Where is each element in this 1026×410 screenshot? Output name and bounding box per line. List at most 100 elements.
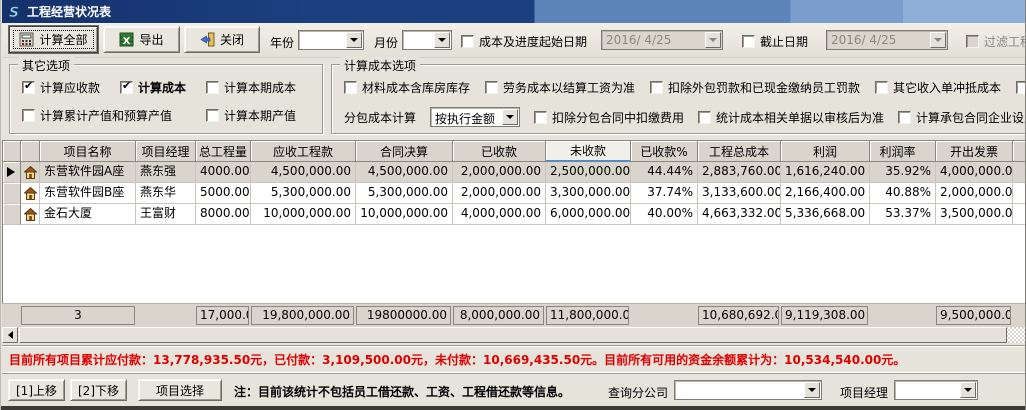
cell-r1-c3[interactable]: 5,300,000.00 — [251, 183, 356, 204]
cell-r2-c0[interactable]: 金石大厦 — [40, 204, 136, 225]
cell-r1-c0[interactable]: 东营软件园B座 — [40, 183, 136, 204]
cell-r2-c7[interactable]: 40.00% — [631, 204, 698, 225]
year-select[interactable] — [298, 30, 364, 50]
cell-r2-c8[interactable]: 4,663,332.00 — [698, 204, 781, 225]
cell-r1-c8[interactable]: 3,133,600.00 — [698, 183, 781, 204]
cell-r2-c12[interactable] — [1013, 204, 1026, 225]
cell-r2-c6[interactable]: 6,000,000.00 — [546, 204, 631, 225]
checkbox-cost1-2[interactable]: 扣除外包罚款和已现金缴纳员工罚款 — [650, 79, 860, 96]
cell-r0-c5[interactable]: 2,000,000.00 — [453, 162, 546, 183]
checkbox-box-icon[interactable] — [534, 111, 547, 124]
cell-r2-c11[interactable]: 3,500,000.00 — [936, 204, 1013, 225]
table-row[interactable]: 东营软件园B座燕东华5000.005,300,000.005,300,000.0… — [3, 183, 1026, 204]
checkbox-other-2[interactable]: 计算本期成本 — [206, 79, 296, 96]
cell-r2-c1[interactable]: 王富财 — [136, 204, 196, 225]
move-up-button[interactable]: [1]上移 — [8, 379, 65, 401]
checkbox-box-icon[interactable] — [206, 81, 219, 94]
cell-r1-c5[interactable]: 2,000,000.00 — [453, 183, 546, 204]
cell-r0-c12[interactable] — [1013, 162, 1026, 183]
horizontal-scrollbar[interactable] — [2, 327, 1026, 343]
checkbox-box-icon[interactable] — [1016, 81, 1026, 94]
column-header-0[interactable]: 项目名称 — [40, 141, 136, 162]
column-header-10[interactable]: 利润率△ — [870, 141, 936, 162]
checkbox-box-icon[interactable] — [120, 81, 133, 94]
checkbox-box-icon[interactable] — [650, 81, 663, 94]
start-date-select[interactable]: 2016/ 4/25 — [601, 30, 723, 50]
cell-r1-c12[interactable] — [1013, 183, 1026, 204]
move-down-button[interactable]: [2]下移 — [70, 379, 127, 401]
cell-r2-c3[interactable]: 10,000,000.00 — [251, 204, 356, 225]
checkbox-box-icon[interactable] — [344, 81, 357, 94]
checkbox-other-4[interactable]: 计算本期产值 — [206, 107, 296, 124]
column-header-8[interactable]: 工程总成本 — [698, 141, 781, 162]
year-dropdown-arrow-icon[interactable] — [346, 32, 362, 48]
checkbox-box-icon[interactable] — [875, 81, 888, 94]
cell-r0-c2[interactable]: 4000.00 — [196, 162, 251, 183]
manager-select[interactable] — [894, 380, 978, 400]
checkbox-cost1-1[interactable]: 劳务成本以结算工资为准 — [485, 79, 635, 96]
cell-r0-c3[interactable]: 4,500,000.00 — [251, 162, 356, 183]
start-date-checkbox[interactable]: 成本及进度起始日期 — [461, 33, 587, 50]
cell-r0-c7[interactable]: 44.44% — [631, 162, 698, 183]
cell-r1-c7[interactable]: 37.74% — [631, 183, 698, 204]
checkbox-box-icon[interactable] — [22, 81, 35, 94]
month-dropdown-arrow-icon[interactable] — [434, 32, 450, 48]
row-selector-cell[interactable] — [3, 183, 21, 204]
table-row[interactable]: 东营软件园A座燕东强4000.004,500,000.004,500,000.0… — [3, 162, 1026, 183]
cell-r0-c1[interactable]: 燕东强 — [136, 162, 196, 183]
table-row[interactable]: 金石大厦王富财8000.0010,000,000.0010,000,000.00… — [3, 204, 1026, 225]
cell-r2-c4[interactable]: 10,000,000.00 — [356, 204, 453, 225]
cell-r2-c2[interactable]: 8000.00 — [196, 204, 251, 225]
column-header-7[interactable]: 已收款% — [631, 141, 698, 162]
column-header-6[interactable]: 未收款 — [546, 141, 631, 162]
subcontract-method-select[interactable]: 按执行金额 — [430, 107, 520, 127]
cell-r1-c6[interactable]: 3,300,000.00 — [546, 183, 631, 204]
checkbox-other-3[interactable]: 计算累计产值和预算产值 — [22, 107, 172, 124]
manager-dropdown-arrow-icon[interactable] — [960, 382, 976, 398]
scroll-left-button[interactable] — [2, 327, 18, 343]
branch-dropdown-arrow-icon[interactable] — [804, 382, 820, 398]
project-select-button[interactable]: 项目选择 — [138, 379, 222, 401]
checkbox-cost2-0[interactable]: 扣除分包合同中扣缴费用 — [534, 109, 684, 126]
cell-r1-c11[interactable]: 2,000,000.00 — [936, 183, 1013, 204]
cell-r2-c10[interactable]: 53.37% — [870, 204, 936, 225]
cell-r0-c6[interactable]: 2,500,000.00 — [546, 162, 631, 183]
calc-all-button[interactable]: 计算全部 — [9, 26, 98, 53]
checkbox-cost1-3[interactable]: 其它收入单冲抵成本 — [875, 79, 1001, 96]
checkbox-cost2-2[interactable]: 计算承包合同企业设定信 — [898, 109, 1026, 126]
column-header-12[interactable]: 应 — [1013, 141, 1026, 162]
checkbox-box-icon[interactable] — [898, 111, 911, 124]
column-header-3[interactable]: 应收工程款 — [251, 141, 356, 162]
row-selector-cell[interactable] — [3, 162, 21, 183]
checkbox-box-icon[interactable] — [206, 109, 219, 122]
cell-r2-c5[interactable]: 4,000,000.00 — [453, 204, 546, 225]
checkbox-cost1-0[interactable]: 材料成本含库房库存 — [344, 79, 470, 96]
column-header-2[interactable]: 总工程量 — [196, 141, 251, 162]
column-header-5[interactable]: 已收款 — [453, 141, 546, 162]
export-button[interactable]: X 导出 — [103, 26, 180, 53]
end-date-select[interactable]: 2016/ 4/25 — [826, 30, 948, 50]
cell-r0-c10[interactable]: 35.92% — [870, 162, 936, 183]
row-selector-cell[interactable] — [3, 204, 21, 225]
cell-r2-c9[interactable]: 5,336,668.00 — [781, 204, 870, 225]
end-date-dropdown-arrow-icon[interactable] — [930, 32, 946, 48]
cell-r0-c4[interactable]: 4,500,000.00 — [356, 162, 453, 183]
cell-r0-c0[interactable]: 东营软件园A座 — [40, 162, 136, 183]
close-button[interactable]: 关闭 — [184, 26, 260, 53]
column-header-11[interactable]: 开出发票 — [936, 141, 1013, 162]
subcontract-dropdown-arrow-icon[interactable] — [502, 109, 518, 125]
scrollbar-thumb[interactable] — [19, 327, 1007, 343]
checkbox-other-1[interactable]: 计算成本 — [120, 79, 186, 96]
checkbox-cost2-1[interactable]: 统计成本相关单据以审核后为准 — [698, 109, 884, 126]
cell-r1-c1[interactable]: 燕东华 — [136, 183, 196, 204]
cell-r1-c10[interactable]: 40.88% — [870, 183, 936, 204]
checkbox-cost1-4[interactable] — [1016, 81, 1026, 94]
end-date-checkbox[interactable]: 截止日期 — [742, 33, 808, 50]
branch-select[interactable] — [674, 380, 822, 400]
column-header-4[interactable]: 合同决算 — [356, 141, 453, 162]
cell-r1-c4[interactable]: 5,300,000.00 — [356, 183, 453, 204]
cell-r0-c11[interactable]: 4,000,000.00 — [936, 162, 1013, 183]
checkbox-box-icon[interactable] — [22, 109, 35, 122]
cell-r1-c2[interactable]: 5000.00 — [196, 183, 251, 204]
checkbox-other-0[interactable]: 计算应收款 — [22, 79, 100, 96]
